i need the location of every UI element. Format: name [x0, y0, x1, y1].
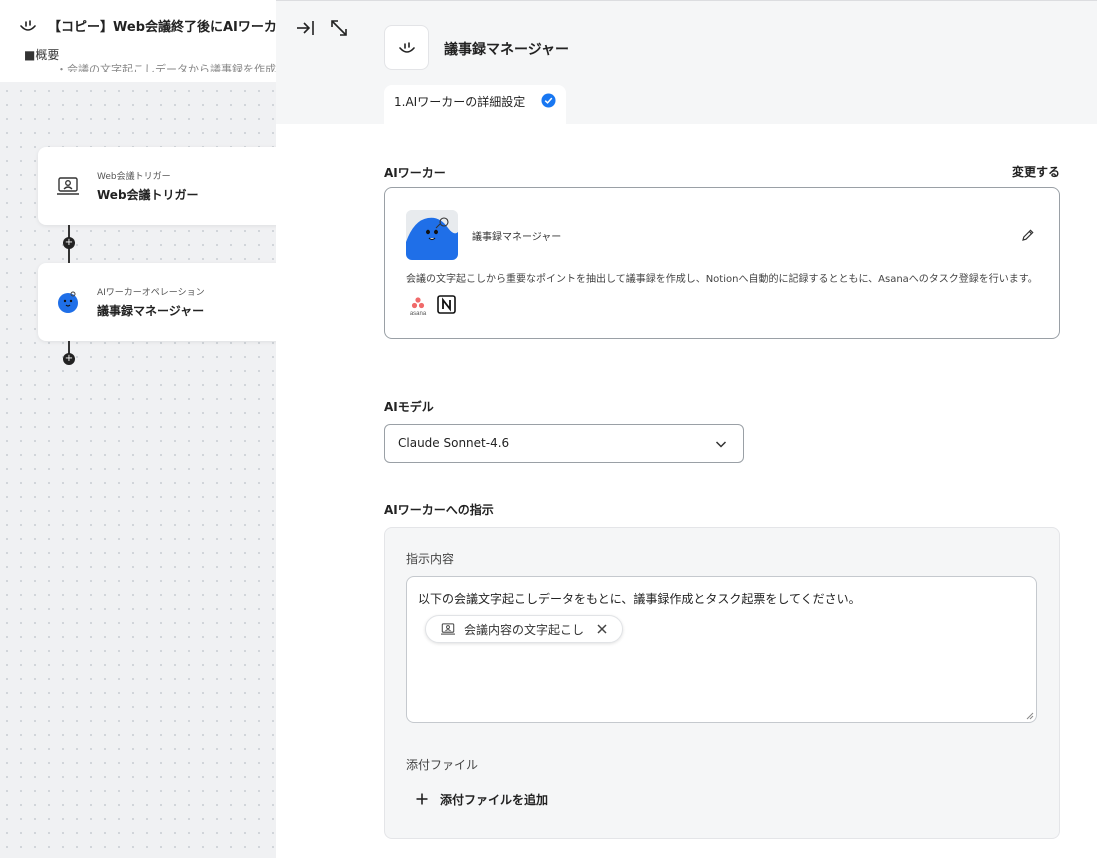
variable-chip[interactable]: 会議内容の文字起こし [425, 615, 624, 643]
instruction-section-label: AIワーカーへの指示 [384, 503, 494, 517]
ai-model-selected-value: Claude Sonnet-4.6 [398, 436, 510, 450]
video-meeting-icon [441, 623, 455, 635]
plus-icon[interactable]: + [63, 237, 75, 249]
flow-canvas[interactable]: 【コピー】Web会議終了後にAIワーカーが ■概要 ・会議の文字起こしデータから… [0, 0, 276, 858]
tab-ai-worker-details[interactable]: 1.AIワーカーの詳細設定 [384, 85, 566, 124]
video-meeting-icon [57, 177, 79, 195]
notion-icon [437, 295, 456, 314]
svg-text:asana: asana [410, 311, 427, 317]
worker-name: 議事録マネージャー [472, 232, 562, 243]
pencil-icon[interactable] [1021, 228, 1035, 242]
close-icon[interactable] [596, 623, 608, 635]
instruction-text: 以下の会議文字起こしデータをもとに、議事録作成とタスク起票をしてください。 [418, 592, 861, 606]
plus-icon[interactable]: + [63, 353, 75, 365]
asana-icon: asana [410, 297, 427, 317]
add-attachment-button[interactable]: 添付ファイルを追加 [416, 790, 548, 808]
ai-model-select[interactable]: Claude Sonnet-4.6 [384, 424, 744, 463]
flow-overview-label: ■概要 [24, 48, 60, 62]
add-attachment-label: 添付ファイルを追加 [440, 792, 549, 807]
flow-node-ai-worker-operation[interactable]: AIワーカーオペレーション 議事録マネージャー [38, 263, 276, 341]
expand-icon[interactable] [328, 17, 350, 39]
dock-right-icon[interactable] [294, 17, 316, 39]
chevron-down-icon [715, 441, 727, 448]
app-root: 【コピー】Web会議終了後にAIワーカーが ■概要 ・会議の文字起こしデータから… [0, 0, 1097, 858]
flow-overview-text: ・会議の文字起こしデータから議事録を作成し [56, 63, 276, 72]
instruction-content-label: 指示内容 [406, 552, 455, 566]
flow-header: 【コピー】Web会議終了後にAIワーカーが ■概要 ・会議の文字起こしデータから… [0, 0, 276, 82]
plus-icon [416, 793, 428, 805]
instruction-box: 指示内容 以下の会議文字起こしデータをもとに、議事録作成とタスク起票をしてくださ… [384, 527, 1060, 839]
worker-avatar [406, 210, 458, 260]
attachment-label: 添付ファイル [406, 758, 479, 772]
flow-node-web-meeting-trigger[interactable]: Web会議トリガー Web会議トリガー [38, 147, 276, 225]
worker-description: 会議の文字起こしから重要なポイントを抽出して議事録を作成し、Notionへ自動的… [406, 274, 1038, 285]
node-type-label: Web会議トリガー [97, 172, 171, 182]
node-title: Web会議トリガー [97, 188, 199, 202]
ai-worker-section-label: AIワーカー [384, 166, 446, 180]
instruction-textarea[interactable]: 以下の会議文字起こしデータをもとに、議事録作成とタスク起票をしてください。 会議… [406, 576, 1037, 723]
ai-worker-blob-icon [406, 210, 458, 260]
node-title: 議事録マネージャー [97, 304, 205, 318]
smile-logo-icon [20, 20, 36, 31]
resize-grip-icon[interactable] [1026, 712, 1034, 720]
ai-model-section-label: AIモデル [384, 400, 434, 414]
tab-label: 1.AIワーカーの詳細設定 [394, 95, 526, 109]
panel-title: 議事録マネージャー [444, 42, 570, 58]
ai-worker-card[interactable]: 議事録マネージャー 会議の文字起こしから重要なポイントを抽出して議事録を作成し、… [384, 187, 1060, 339]
smile-logo-icon [399, 42, 415, 53]
check-circle-icon [541, 93, 556, 108]
node-type-label: AIワーカーオペレーション [97, 288, 205, 298]
change-worker-link[interactable]: 変更する [1012, 163, 1060, 180]
ai-worker-blob-icon [58, 291, 78, 313]
settings-panel: 議事録マネージャー 1.AIワーカーの詳細設定 AIワーカー 変更する 議事録マ… [276, 0, 1097, 858]
worker-badge [384, 25, 429, 70]
chip-label: 会議内容の文字起こし [464, 622, 585, 637]
flow-title[interactable]: 【コピー】Web会議終了後にAIワーカーが [48, 16, 276, 35]
